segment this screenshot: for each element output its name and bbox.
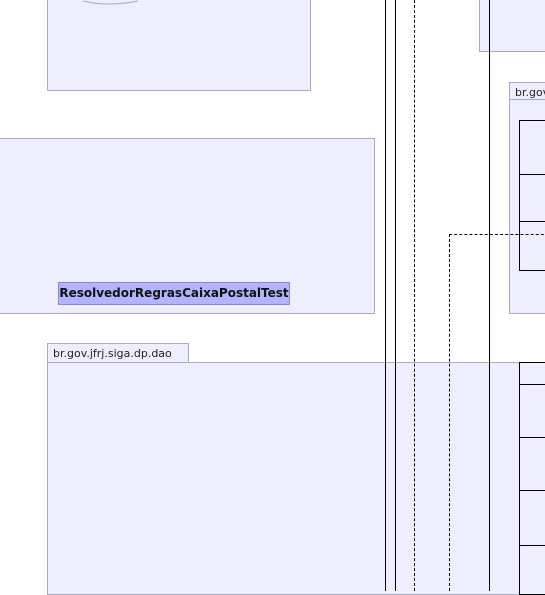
connector-line-1 — [385, 0, 386, 591]
arc-shape — [82, 0, 139, 5]
inner-class-box-right-2 — [519, 174, 545, 222]
inner-class-box-right-3 — [519, 221, 545, 271]
inner-class-box-dao-4 — [519, 490, 545, 546]
inner-class-box-dao-1 — [519, 362, 545, 385]
inner-class-box-right-1 — [519, 120, 545, 175]
dependency-line-2-vertical — [449, 234, 450, 591]
connector-line-3 — [489, 0, 490, 591]
dependency-line-2-horizontal — [449, 234, 545, 235]
package-tab-br-gov: br.gov — [509, 82, 545, 100]
inner-class-box-dao-2 — [519, 384, 545, 438]
connector-line-2 — [395, 0, 396, 591]
package-box-dao — [47, 362, 545, 595]
class-resolvedor-regras-caixa-postal-test[interactable]: ResolvedorRegrasCaixaPostalTest — [58, 282, 290, 305]
inner-class-box-dao-5 — [519, 545, 545, 595]
package-tab-dao: br.gov.jfrj.siga.dp.dao — [47, 343, 189, 363]
dependency-line-1 — [414, 0, 415, 591]
package-box-top-left — [47, 0, 311, 91]
inner-class-box-dao-3 — [519, 437, 545, 491]
